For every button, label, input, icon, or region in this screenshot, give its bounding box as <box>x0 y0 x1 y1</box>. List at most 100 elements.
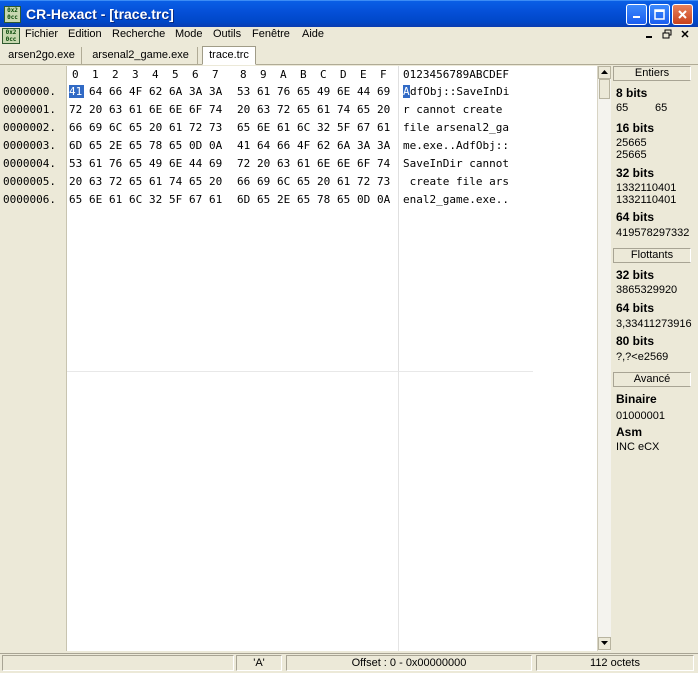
scroll-thumb[interactable] <box>599 79 610 99</box>
hex-byte[interactable]: 5F <box>337 121 353 134</box>
hex-byte[interactable]: 65 <box>297 193 313 206</box>
entiers-header[interactable]: Entiers <box>613 66 691 81</box>
hex-byte[interactable]: 65 <box>129 121 145 134</box>
hex-byte[interactable]: 66 <box>69 121 85 134</box>
hex-byte[interactable]: 69 <box>377 85 393 98</box>
hex-byte[interactable]: 78 <box>149 139 165 152</box>
hex-byte[interactable]: 6E <box>149 103 165 116</box>
hex-byte[interactable]: 20 <box>317 175 333 188</box>
hex-byte[interactable]: 74 <box>377 157 393 170</box>
hex-byte[interactable]: 72 <box>277 103 293 116</box>
hex-byte[interactable]: 20 <box>89 103 105 116</box>
hex-byte[interactable]: 6A <box>169 85 185 98</box>
hex-byte[interactable]: 20 <box>377 103 393 116</box>
ascii-text[interactable]: r cannot create <box>403 103 509 116</box>
hex-byte[interactable]: 20 <box>209 175 225 188</box>
hex-byte[interactable]: 64 <box>89 85 105 98</box>
ascii-text[interactable]: SaveInDir cannot <box>403 157 509 170</box>
hex-byte[interactable]: 0D <box>357 193 373 206</box>
hex-byte[interactable]: 61 <box>169 121 185 134</box>
hex-byte[interactable]: 61 <box>89 157 105 170</box>
hex-byte[interactable]: 65 <box>89 139 105 152</box>
hex-byte[interactable]: 61 <box>109 193 125 206</box>
hex-byte[interactable]: 65 <box>297 103 313 116</box>
hex-byte[interactable]: 74 <box>169 175 185 188</box>
hex-byte[interactable]: 49 <box>149 157 165 170</box>
ascii-text[interactable]: me.exe..AdfObj:: <box>403 139 509 152</box>
hex-byte[interactable]: 65 <box>69 193 85 206</box>
scroll-up-button[interactable] <box>598 66 611 79</box>
hex-byte[interactable]: 3A <box>209 85 225 98</box>
hex-byte[interactable]: 2E <box>109 139 125 152</box>
hex-byte[interactable]: 65 <box>129 139 145 152</box>
hex-byte[interactable]: 65 <box>297 175 313 188</box>
hex-byte[interactable]: 73 <box>209 121 225 134</box>
hex-byte[interactable]: 72 <box>237 157 253 170</box>
hex-byte[interactable]: 62 <box>317 139 333 152</box>
hex-byte[interactable]: 65 <box>357 103 373 116</box>
ascii-text[interactable]: create file ars <box>403 175 509 188</box>
hex-byte[interactable]: 6E <box>337 85 353 98</box>
hex-byte[interactable]: 61 <box>317 103 333 116</box>
hex-byte[interactable]: 53 <box>69 157 85 170</box>
hex-byte[interactable]: 6E <box>169 157 185 170</box>
hex-byte[interactable]: 6C <box>297 121 313 134</box>
hex-byte[interactable]: 66 <box>109 85 125 98</box>
minimize-button[interactable] <box>626 4 647 25</box>
tab-arsen2go[interactable]: arsen2go.exe <box>2 47 82 65</box>
hex-byte[interactable]: 65 <box>129 157 145 170</box>
hex-byte[interactable]: 78 <box>317 193 333 206</box>
scroll-down-button[interactable] <box>598 637 611 650</box>
flottants-header[interactable]: Flottants <box>613 248 691 263</box>
hex-byte[interactable]: 3A <box>189 85 205 98</box>
hex-byte[interactable]: 63 <box>89 175 105 188</box>
tab-arsenal2-game[interactable]: arsenal2_game.exe <box>84 47 198 65</box>
hex-byte[interactable]: 61 <box>129 103 145 116</box>
hex-byte[interactable]: 64 <box>257 139 273 152</box>
vertical-scrollbar[interactable] <box>597 66 611 651</box>
hex-byte[interactable]: 49 <box>317 85 333 98</box>
hex-byte[interactable]: 63 <box>109 103 125 116</box>
menu-outils[interactable]: Outils <box>213 28 241 40</box>
mdi-restore-button[interactable] <box>660 29 674 43</box>
hex-byte[interactable]: 41 <box>69 85 84 98</box>
hex-byte[interactable]: 6F <box>357 157 373 170</box>
hex-byte[interactable]: 62 <box>149 85 165 98</box>
hex-byte[interactable]: 32 <box>317 121 333 134</box>
hex-byte[interactable]: 66 <box>277 139 293 152</box>
hex-byte[interactable]: 6C <box>129 193 145 206</box>
hex-byte[interactable]: 53 <box>237 85 253 98</box>
hex-byte[interactable]: 32 <box>149 193 165 206</box>
hex-byte[interactable]: 61 <box>277 121 293 134</box>
hex-byte[interactable]: 6A <box>337 139 353 152</box>
hex-byte[interactable]: 65 <box>169 139 185 152</box>
app-icon[interactable]: 0x2 0cc <box>4 6 21 23</box>
hex-byte[interactable]: 4F <box>297 139 313 152</box>
hex-byte[interactable]: 6D <box>237 193 253 206</box>
menu-edition[interactable]: Edition <box>68 28 102 40</box>
menu-mode[interactable]: Mode <box>175 28 203 40</box>
ascii-selected-char[interactable]: A <box>403 85 410 98</box>
hex-byte[interactable]: 73 <box>377 175 393 188</box>
avance-header[interactable]: Avancé <box>613 372 691 387</box>
hex-byte[interactable]: 65 <box>237 121 253 134</box>
mdi-close-button[interactable] <box>678 29 692 43</box>
tab-trace[interactable]: trace.trc <box>202 46 256 65</box>
hex-byte[interactable]: 6E <box>89 193 105 206</box>
hex-byte[interactable]: 0A <box>377 193 393 206</box>
hex-byte[interactable]: 72 <box>357 175 373 188</box>
hex-byte[interactable]: 66 <box>237 175 253 188</box>
hex-byte[interactable]: 61 <box>209 193 225 206</box>
hex-byte[interactable]: 76 <box>277 85 293 98</box>
hex-byte[interactable]: 6E <box>337 157 353 170</box>
hex-byte[interactable]: 69 <box>257 175 273 188</box>
mdi-minimize-button[interactable] <box>642 29 656 43</box>
hex-byte[interactable]: 6E <box>317 157 333 170</box>
hex-byte[interactable]: 61 <box>377 121 393 134</box>
hex-byte[interactable]: 3A <box>377 139 393 152</box>
hex-editor[interactable]: 0 1 2 3 4 5 6 7 8 9 A B C D E F 0123456789ABCDEF 0000000.… <box>0 66 597 651</box>
hex-byte[interactable]: 61 <box>297 157 313 170</box>
menu-fenetre[interactable]: Fenêtre <box>252 28 290 40</box>
hex-byte[interactable]: 20 <box>257 157 273 170</box>
hex-byte[interactable]: 65 <box>189 175 205 188</box>
